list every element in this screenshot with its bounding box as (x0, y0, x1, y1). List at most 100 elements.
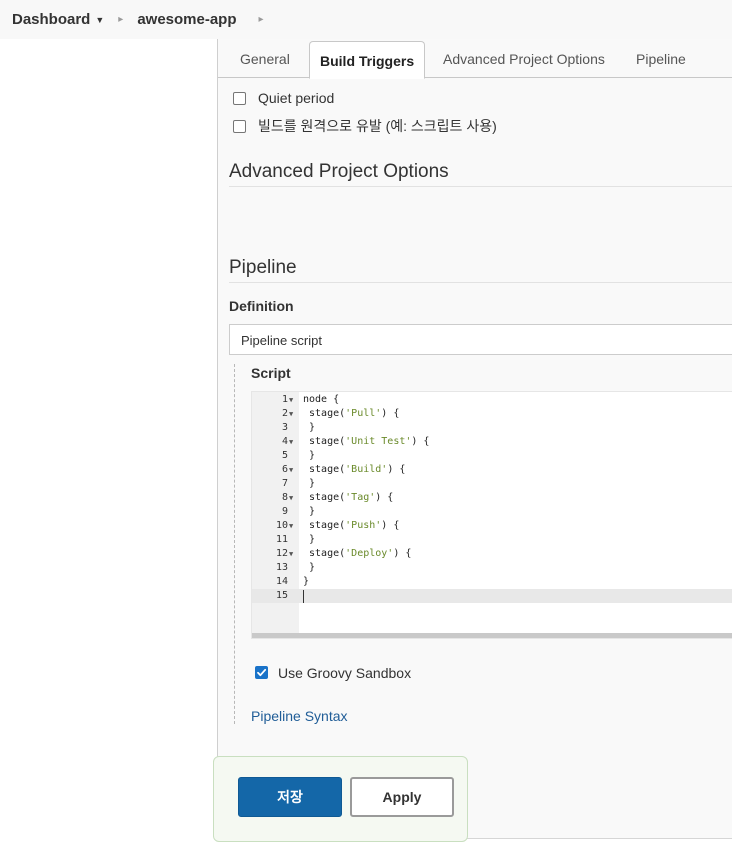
code-token: stage( (303, 548, 346, 559)
editor-line[interactable]: 4 ▼ stage('Unit Test') { (252, 435, 732, 449)
advanced-project-options-title: Advanced Project Options (229, 161, 449, 182)
line-number: 8 (281, 492, 288, 503)
line-number: 9 (281, 506, 288, 517)
remote-trigger-label: 빌드를 원격으로 유발 (예: 스크립트 사용) (258, 118, 497, 134)
code-token: ) { (381, 408, 400, 419)
line-number: 15 (275, 590, 288, 601)
line-number: 7 (281, 478, 288, 489)
apply-button[interactable]: Apply (350, 777, 454, 817)
pipeline-title: Pipeline (229, 257, 297, 278)
code-text: stage('Build') { (303, 463, 405, 477)
code-token: stage( (303, 464, 346, 475)
text-cursor (303, 590, 304, 603)
code-token: ) { (381, 520, 400, 531)
editor-line[interactable]: 5 } (252, 449, 732, 463)
line-number: 12 (275, 548, 288, 559)
chevron-right-icon: ▸ (118, 14, 124, 25)
code-token: ) { (393, 548, 412, 559)
fold-arrow-icon[interactable]: ▼ (289, 519, 293, 533)
code-token: ) { (387, 464, 406, 475)
breadcrumb: Dashboard ▼ ▸ awesome-app ▸ (0, 0, 732, 39)
editor-line[interactable]: 6 ▼ stage('Build') { (252, 463, 732, 477)
quiet-period-label: Quiet period (258, 90, 335, 106)
script-editor[interactable]: 1 ▼ node {2 ▼ stage('Pull') {3 } 4 ▼ stage('U… (251, 391, 732, 639)
code-string: 'Build' (345, 464, 388, 475)
remote-trigger-option[interactable]: 빌드를 원격으로 유발 (예: 스크립트 사용) (233, 116, 497, 136)
breadcrumb-project-label: awesome-app (137, 11, 237, 28)
editor-line[interactable]: 7 } (252, 477, 732, 491)
code-token: ) { (411, 436, 430, 447)
editor-line[interactable]: 9 } (252, 505, 732, 519)
tab-pipeline[interactable]: Pipeline (636, 39, 686, 78)
breadcrumb-dashboard[interactable]: Dashboard ▼ (12, 11, 104, 28)
fold-arrow-icon[interactable]: ▼ (289, 393, 293, 407)
code-string: 'Unit Test' (345, 436, 412, 447)
editor-line[interactable]: 12 ▼ stage('Deploy') { (252, 547, 732, 561)
editor-line[interactable]: 1 ▼ node { (252, 393, 732, 407)
groovy-sandbox-label[interactable]: Use Groovy Sandbox (278, 665, 411, 681)
code-string: 'Tag' (345, 492, 376, 503)
check-icon (257, 668, 267, 677)
chevron-right-icon[interactable]: ▸ (259, 14, 264, 25)
editor-line[interactable]: 13 } (252, 561, 732, 575)
groovy-sandbox-checkbox[interactable] (255, 666, 268, 679)
code-token: ) { (375, 492, 394, 503)
code-text: } (303, 562, 316, 573)
line-number: 3 (281, 422, 288, 433)
definition-select[interactable]: Pipeline script (229, 324, 732, 355)
code-text: } (303, 478, 316, 489)
pipeline-syntax-link[interactable]: Pipeline Syntax (251, 708, 348, 724)
code-string: 'Deploy' (345, 548, 394, 559)
code-text: } (303, 450, 316, 461)
remote-trigger-checkbox[interactable] (233, 119, 246, 133)
breadcrumb-awesome-app[interactable]: awesome-app (137, 11, 236, 28)
code-string: 'Push' (345, 520, 382, 531)
fold-arrow-icon[interactable]: ▼ (289, 407, 293, 421)
tab-build-triggers[interactable]: Build Triggers (309, 41, 426, 79)
fold-arrow-icon[interactable]: ▼ (289, 547, 293, 561)
editor-line[interactable]: 10 ▼ stage('Push') { (252, 519, 732, 533)
code-text: } (303, 534, 316, 545)
code-text: node { (303, 394, 340, 405)
editor-horizontal-scrollbar[interactable] (252, 633, 732, 638)
editor-line[interactable]: 11 } (252, 533, 732, 547)
form-actions-bar: 저장 Apply (213, 756, 468, 842)
editor-line[interactable]: 15 (252, 589, 732, 603)
quiet-period-checkbox[interactable] (233, 91, 246, 105)
code-text: stage('Pull') { (303, 407, 399, 421)
editor-line[interactable]: 14} (252, 575, 732, 589)
caret-down-icon[interactable]: ▼ (95, 15, 104, 25)
code-text: stage('Unit Test') { (303, 435, 429, 449)
line-number: 1 (281, 394, 288, 405)
tab-general[interactable]: General (240, 39, 290, 78)
editor-line[interactable]: 3 } (252, 421, 732, 435)
line-number: 2 (281, 408, 288, 419)
code-token: stage( (303, 408, 346, 419)
quiet-period-option[interactable]: Quiet period (233, 90, 334, 106)
editor-line[interactable]: 8 ▼ stage('Tag') { (252, 491, 732, 505)
line-number: 4 (281, 436, 288, 447)
script-label: Script (251, 365, 291, 381)
nested-section-guide (234, 364, 235, 724)
fold-arrow-icon[interactable]: ▼ (289, 491, 293, 505)
code-text: } (303, 576, 310, 587)
editor-line[interactable]: 2 ▼ stage('Pull') { (252, 407, 732, 421)
line-number: 10 (275, 520, 288, 531)
tab-advanced-project-options[interactable]: Advanced Project Options (443, 39, 605, 78)
code-text: stage('Deploy') { (303, 547, 411, 561)
line-number: 5 (281, 450, 288, 461)
breadcrumb-dashboard-label: Dashboard (12, 11, 91, 28)
code-token: stage( (303, 520, 346, 531)
section-divider (229, 186, 732, 187)
line-number: 13 (275, 562, 288, 573)
save-button[interactable]: 저장 (238, 777, 342, 817)
code-text: } (303, 506, 316, 517)
section-divider (229, 282, 732, 283)
line-number: 14 (275, 576, 288, 587)
code-token: stage( (303, 492, 346, 503)
fold-arrow-icon[interactable]: ▼ (289, 435, 293, 449)
code-token: stage( (303, 436, 346, 447)
fold-arrow-icon[interactable]: ▼ (289, 463, 293, 477)
line-number: 11 (275, 534, 288, 545)
code-text: stage('Push') { (303, 519, 399, 533)
